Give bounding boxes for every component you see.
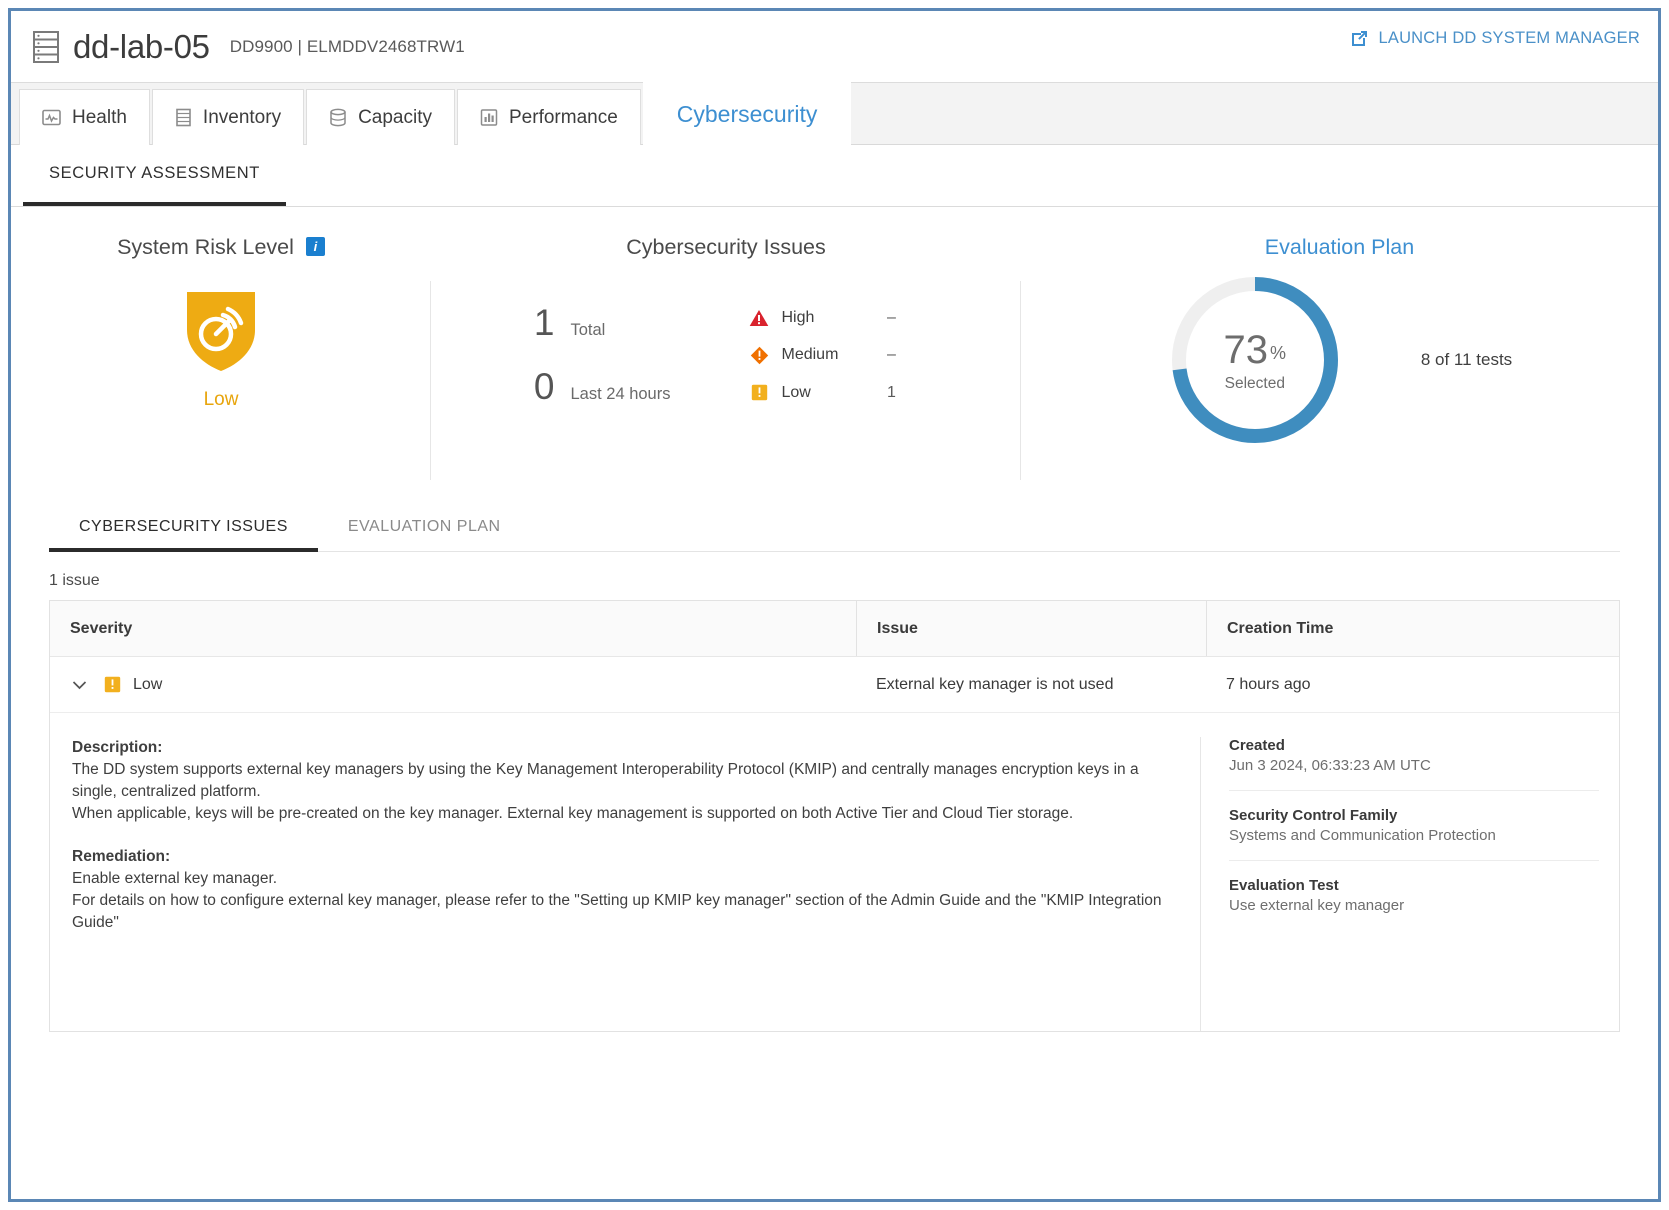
donut-sublabel: Selected <box>1224 374 1285 392</box>
evaluation-plan-title-link[interactable]: Evaluation Plan <box>1021 229 1658 260</box>
external-link-icon <box>1350 29 1369 48</box>
severity-medium-value: – <box>887 346 896 363</box>
tab-cybersecurity-label: Cybersecurity <box>676 100 818 127</box>
description-line-1: The DD system supports external key mana… <box>72 761 1139 800</box>
description-label: Description: <box>72 739 163 756</box>
severity-low-value: 1 <box>887 383 896 401</box>
subnav-item-security-assessment[interactable]: SECURITY ASSESSMENT <box>23 145 286 206</box>
cell-issue: External key manager is not used <box>876 675 1114 693</box>
remediation-line-1: Enable external key manager. <box>72 870 278 887</box>
issue-count-total-label: Total <box>570 321 606 339</box>
metadata-security-control-family-value: Systems and Communication Protection <box>1229 827 1496 844</box>
risk-level-indicator: Low <box>11 286 431 411</box>
severity-breakdown: High – Medium – Low 1 <box>748 309 921 402</box>
issue-count-total: 1 Total <box>531 302 671 344</box>
severity-low-label: Low <box>781 383 811 401</box>
metadata-security-control-family: Security Control Family Systems and Comm… <box>1229 790 1599 844</box>
main-tab-bar: Health Inventory Capacity Performance Cy… <box>11 83 1658 145</box>
capacity-disk-icon <box>329 108 347 127</box>
metadata-evaluation-test: Evaluation Test Use external key manager <box>1229 860 1599 914</box>
tab-performance-label: Performance <box>509 106 618 128</box>
issue-metadata-panel: Created Jun 3 2024, 06:33:23 AM UTC Secu… <box>1200 737 1619 1031</box>
cell-severity: Low <box>133 675 163 693</box>
system-model-serial: DD9900 | ELMDDV2468TRW1 <box>229 36 465 56</box>
metadata-created-value: Jun 3 2024, 06:33:23 AM UTC <box>1229 757 1431 774</box>
description-line-2: When applicable, keys will be pre-create… <box>72 805 1074 822</box>
column-header-issue[interactable]: Issue <box>856 601 1206 656</box>
tab-performance[interactable]: Performance <box>457 89 641 145</box>
system-risk-level-title: System Risk Level i <box>11 229 431 260</box>
chevron-down-icon[interactable] <box>62 680 96 690</box>
metadata-created: Created Jun 3 2024, 06:33:23 AM UTC <box>1229 737 1599 774</box>
tab-capacity-label: Capacity <box>358 106 432 128</box>
severity-medium-label: Medium <box>781 346 839 363</box>
donut-percent-value: 73% <box>1223 327 1287 372</box>
metadata-security-control-family-label: Security Control Family <box>1229 807 1398 824</box>
evaluation-plan-panel: Evaluation Plan 73% Selected 8 of 11 tes… <box>1021 229 1658 502</box>
tests-selected-text: 8 of 11 tests <box>1420 350 1513 369</box>
severity-high-triangle-icon <box>748 309 770 327</box>
shield-radar-icon <box>183 286 259 379</box>
tab-health-label: Health <box>72 106 127 128</box>
severity-medium-diamond-icon <box>748 346 770 365</box>
evaluation-plan-donut-chart: 73% Selected <box>1167 272 1343 448</box>
column-header-severity[interactable]: Severity <box>50 601 856 656</box>
remediation-line-2: For details on how to configure external… <box>72 892 1162 931</box>
server-rack-icon <box>33 30 59 63</box>
metadata-evaluation-test-label: Evaluation Test <box>1229 877 1339 894</box>
tab-inventory-label: Inventory <box>202 106 282 128</box>
severity-row-low: Low 1 <box>748 384 921 402</box>
subnav-item-label: SECURITY ASSESSMENT <box>49 164 260 182</box>
severity-high-value: – <box>887 308 896 326</box>
tab-evaluation-plan-label: EVALUATION PLAN <box>347 517 501 535</box>
severity-row-high: High – <box>748 309 921 327</box>
system-risk-level-panel: System Risk Level i Low <box>11 229 431 502</box>
page-title: dd-lab-05 <box>73 27 210 65</box>
title-bar: dd-lab-05 DD9900 | ELMDDV2468TRW1 LAUNCH… <box>11 11 1658 83</box>
table-row[interactable]: Low External key manager is not used 7 h… <box>50 657 1619 713</box>
tab-health[interactable]: Health <box>19 89 150 145</box>
severity-low-square-icon <box>748 384 770 401</box>
detail-tab-bar: CYBERSECURITY ISSUES EVALUATION PLAN <box>49 502 1620 552</box>
launch-link-label: LAUNCH DD SYSTEM MANAGER <box>1378 29 1640 47</box>
issue-count-last24-label: Last 24 hours <box>570 385 671 403</box>
tab-cybersecurity-issues[interactable]: CYBERSECURITY ISSUES <box>49 502 318 552</box>
tab-cybersecurity[interactable]: Cybersecurity <box>642 83 852 145</box>
health-pulse-icon <box>42 108 61 127</box>
summary-panels: System Risk Level i Low Cybersecurity Is… <box>11 207 1658 502</box>
tab-capacity[interactable]: Capacity <box>306 89 455 145</box>
launch-dd-system-manager-link[interactable]: LAUNCH DD SYSTEM MANAGER <box>1350 29 1640 48</box>
tab-inventory[interactable]: Inventory <box>151 89 305 145</box>
donut-percent-unit: % <box>1270 342 1287 363</box>
column-header-creation-time[interactable]: Creation Time <box>1206 601 1619 656</box>
severity-low-square-icon <box>104 676 121 693</box>
performance-bars-icon <box>480 108 498 127</box>
info-icon[interactable]: i <box>305 237 325 256</box>
cell-creation-time: 7 hours ago <box>1226 675 1311 693</box>
cybersecurity-issues-title: Cybersecurity Issues <box>626 235 826 259</box>
application-window: dd-lab-05 DD9900 | ELMDDV2468TRW1 LAUNCH… <box>8 8 1661 1202</box>
issue-counts: 1 Total 0 Last 24 hours <box>531 302 671 408</box>
table-header-row: Severity Issue Creation Time <box>50 601 1619 657</box>
cybersecurity-issues-panel: Cybersecurity Issues 1 Total 0 Last 24 h… <box>431 229 1021 502</box>
remediation-label: Remediation: <box>72 848 171 865</box>
sub-navigation-bar: SECURITY ASSESSMENT <box>11 145 1658 207</box>
inventory-list-icon <box>175 108 192 127</box>
severity-high-label: High <box>781 308 815 326</box>
issue-count-last24-value: 0 <box>533 366 555 407</box>
risk-level-label: Low <box>203 389 239 410</box>
issue-count-text: 1 issue <box>49 572 100 589</box>
tab-cybersecurity-issues-label: CYBERSECURITY ISSUES <box>79 517 288 535</box>
issues-table: Severity Issue Creation Time Low Externa… <box>49 600 1620 1032</box>
issue-count-last24: 0 Last 24 hours <box>531 366 671 408</box>
issue-count-total-value: 1 <box>533 302 555 343</box>
tab-evaluation-plan[interactable]: EVALUATION PLAN <box>318 502 531 551</box>
issue-detail-text: Description: The DD system supports exte… <box>50 737 1200 1031</box>
issue-detail-panel: Description: The DD system supports exte… <box>50 713 1619 1031</box>
severity-row-medium: Medium – <box>748 346 921 365</box>
metadata-evaluation-test-value: Use external key manager <box>1229 897 1405 914</box>
metadata-created-label: Created <box>1229 737 1285 754</box>
